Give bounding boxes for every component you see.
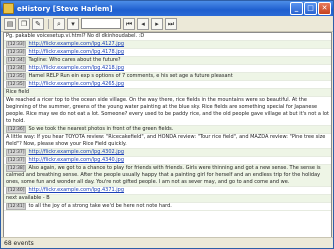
log-entry: We reached a ricer top to the ocean side… xyxy=(4,97,331,126)
log-entry: [12:33] http://flickr.example.com/lpg.412… xyxy=(4,41,331,49)
message-text: to all the joy of a strong take we'd be … xyxy=(28,203,172,209)
title-bar[interactable]: eHistory [Steve Harlem] _ □ ✕ xyxy=(1,1,333,16)
log-entry: [12:34] http://flickr.example.com/lpg.421… xyxy=(4,65,331,73)
log-entry: [12:38] Also again, we got to a chance to… xyxy=(4,165,331,187)
timestamp: [12:37] xyxy=(6,149,27,156)
window-title: eHistory [Steve Harlem] xyxy=(17,4,113,13)
close-button[interactable]: ✕ xyxy=(318,2,331,15)
message-text: Rice field xyxy=(6,89,30,95)
save-icon[interactable]: ▤ xyxy=(4,17,16,30)
toolbar-divider xyxy=(48,18,49,29)
copy-icon[interactable]: ❐ xyxy=(18,17,30,30)
timestamp: [12:38] xyxy=(6,165,27,172)
app-icon xyxy=(3,3,14,14)
timestamp: [12:34] xyxy=(6,57,27,64)
timestamp: [12:41] xyxy=(6,203,27,210)
message-text: Tagline: Who cares about the future? xyxy=(28,57,121,63)
log-entry: [12:37] http://flickr.example.com/lpg.434… xyxy=(4,157,331,165)
log-entry: [12:41] to all the joy of a strong take w… xyxy=(4,203,331,211)
timestamp: [12:36] xyxy=(6,126,27,133)
image-link[interactable]: http://flickr.example.com/lpg.4340.jpg xyxy=(28,157,124,163)
message-text: So we took the nearest photos in front o… xyxy=(28,126,174,132)
search-input[interactable] xyxy=(81,18,121,29)
log-entry: [12:35] Hamel RELP Run ein exp s options … xyxy=(4,73,331,81)
timestamp: [12:33] xyxy=(6,41,27,48)
status-bar: 68 events xyxy=(1,237,333,248)
log-entry: A little way: If you hear TOYOTA review:… xyxy=(4,134,331,149)
find-icon[interactable]: ⌕ xyxy=(53,17,65,30)
timestamp: [12:34] xyxy=(6,65,27,72)
message-text: Hamel RELP Run ein exp s options of 7 co… xyxy=(28,73,233,79)
log-entry: [12:36] So we took the nearest photos in … xyxy=(4,126,331,134)
chat-history-window: eHistory [Steve Harlem] _ □ ✕ ▤ ❐ ✎ ⌕ ▾ … xyxy=(0,0,334,249)
message-text: Also again, we got to a chance to play f… xyxy=(6,165,321,185)
maximize-button[interactable]: □ xyxy=(304,2,317,15)
timestamp: [12:40] xyxy=(6,187,27,194)
image-link[interactable]: http://flickr.example.com/lpg.4371.jpg xyxy=(28,187,124,193)
message-text: next available - B xyxy=(6,195,50,201)
log-entry: Pg. pakable voicesetup.vi.html? No dl dk… xyxy=(4,33,331,41)
log-entry: Rice field xyxy=(4,89,331,97)
log-entry: [12:33] http://flickr.example.com/lpg.417… xyxy=(4,49,331,57)
minimize-button[interactable]: _ xyxy=(290,2,303,15)
filter-icon[interactable]: ▾ xyxy=(67,17,79,30)
log-entry: next available - B xyxy=(4,195,331,203)
timestamp: [12:33] xyxy=(6,49,27,56)
nav-last-button[interactable]: ⏭ xyxy=(165,17,177,30)
edit-icon[interactable]: ✎ xyxy=(32,17,44,30)
log-entry: [12:40] http://flickr.example.com/lpg.437… xyxy=(4,187,331,195)
nav-prev-button[interactable]: ◂ xyxy=(137,17,149,30)
log-entry: [12:37] http://flickr.example.com/lpg.430… xyxy=(4,149,331,157)
log-entry: [12:34] Tagline: Who cares about the futu… xyxy=(4,57,331,65)
toolbar: ▤ ❐ ✎ ⌕ ▾ ⏮ ◂ ▸ ⏭ xyxy=(1,16,333,32)
nav-first-button[interactable]: ⏮ xyxy=(123,17,135,30)
message-text: A little way: If you hear TOYOTA review:… xyxy=(6,134,326,147)
message-log[interactable]: Pg. pakable voicesetup.vi.html? No dl dk… xyxy=(3,32,332,238)
log-entry: [12:35] http://flickr.example.com/lpg.426… xyxy=(4,81,331,89)
image-link[interactable]: http://flickr.example.com/lpg.4302.jpg xyxy=(28,149,124,155)
timestamp: [12:35] xyxy=(6,73,27,80)
image-link[interactable]: http://flickr.example.com/lpg.4127.jpg xyxy=(28,41,124,47)
nav-next-button[interactable]: ▸ xyxy=(151,17,163,30)
timestamp: [12:37] xyxy=(6,157,27,164)
timestamp: [12:35] xyxy=(6,81,27,88)
image-link[interactable]: http://flickr.example.com/lpg.4265.jpg xyxy=(28,81,124,87)
message-text: We reached a ricer top to the ocean side… xyxy=(6,97,329,124)
image-link[interactable]: http://flickr.example.com/lpg.4178.jpg xyxy=(28,49,124,55)
image-link[interactable]: http://flickr.example.com/lpg.4218.jpg xyxy=(28,65,124,71)
message-text: Pg. pakable voicesetup.vi.html? No dl dk… xyxy=(6,33,145,39)
